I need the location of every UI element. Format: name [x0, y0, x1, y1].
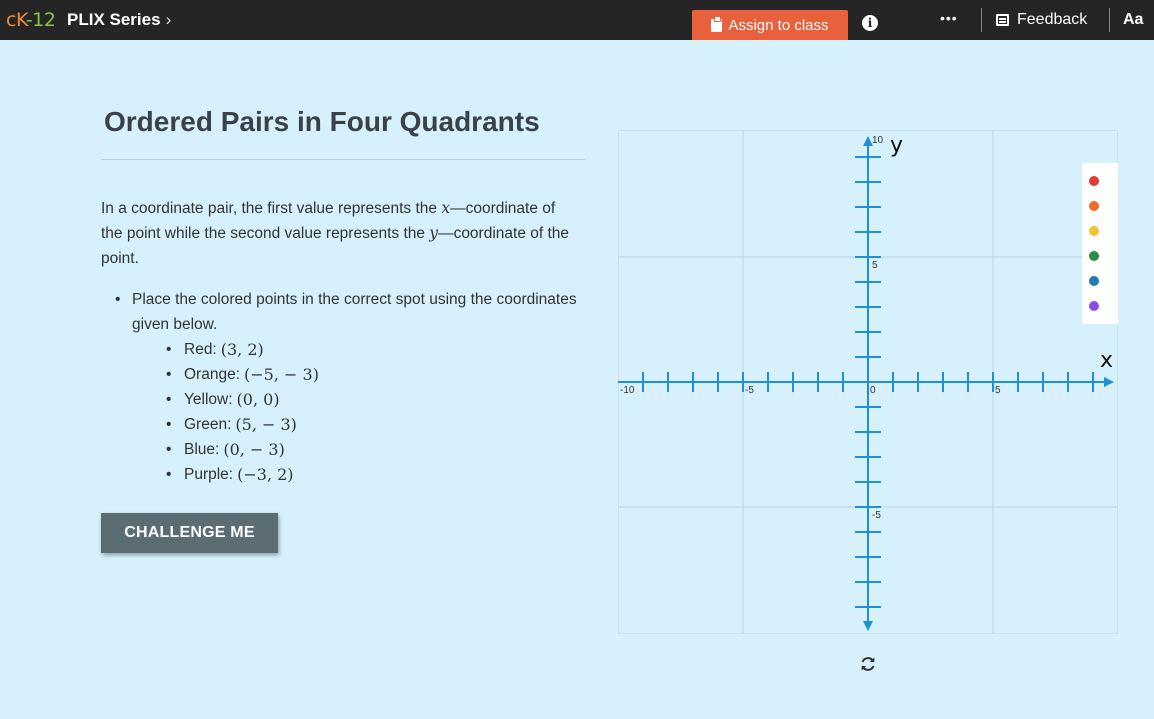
point-label: Red:	[184, 341, 217, 358]
divider	[981, 8, 982, 32]
point-coords: (3, 2)	[220, 340, 264, 359]
instruction-text: Place the colored points in the correct …	[132, 291, 577, 333]
point-list-item: • Blue: (0, − 3)	[166, 437, 319, 462]
bullet-icon: •	[166, 441, 172, 458]
title-divider	[101, 159, 585, 160]
x-tick-label: -10	[620, 385, 635, 396]
point-list: • Red: (3, 2) • Orange: (−5, − 3) • Yellow: (0…	[166, 337, 319, 487]
feedback-button[interactable]: Feedback	[996, 11, 1087, 29]
point-list-item: • Red: (3, 2)	[166, 337, 319, 362]
point-red-draggable[interactable]	[1089, 176, 1099, 186]
x-tick-label: 5	[995, 385, 1001, 396]
text-size-icon[interactable]: Aa	[1123, 11, 1143, 29]
y-axis-arrow-down	[863, 621, 873, 631]
point-label: Yellow:	[184, 391, 233, 408]
x-tick-label: -5	[745, 385, 754, 396]
assign-to-class-label: Assign to class	[728, 16, 829, 34]
clipboard-icon	[711, 15, 723, 32]
page-title: Ordered Pairs in Four Quadrants	[104, 106, 540, 137]
point-purple-draggable[interactable]	[1089, 301, 1099, 311]
point-palette	[1082, 163, 1118, 324]
intro-text-1: In a coordinate pair, the first value re…	[101, 200, 442, 217]
y-tick-label: -5	[872, 510, 881, 521]
bullet-icon: •	[115, 291, 121, 308]
point-list-item: • Yellow: (0, 0)	[166, 387, 319, 412]
more-icon[interactable]: •••	[940, 10, 958, 26]
refresh-icon[interactable]	[858, 654, 878, 674]
challenge-me-button[interactable]: CHALLENGE ME	[101, 513, 278, 553]
logo-12-text: -12	[25, 9, 56, 31]
x-axis-arrow-right	[1104, 377, 1114, 387]
ck12-logo[interactable]: cK-12	[6, 9, 56, 31]
top-bar: cK-12 PLIX Series › Assign to class i •••…	[0, 0, 1154, 40]
bullet-icon: •	[166, 341, 172, 358]
bullet-icon: •	[166, 416, 172, 433]
point-blue-draggable[interactable]	[1089, 276, 1099, 286]
point-label: Blue:	[184, 441, 220, 458]
point-coords: (0, − 3)	[223, 440, 285, 459]
intro-paragraph: In a coordinate pair, the first value re…	[101, 196, 581, 271]
point-coords: (0, 0)	[236, 390, 280, 409]
point-yellow-draggable[interactable]	[1089, 226, 1099, 236]
chevron-right-icon: ›	[165, 10, 172, 29]
point-coords: (5, − 3)	[235, 415, 297, 434]
bullet-icon: •	[166, 391, 172, 408]
instruction-list: • Place the colored points in the correc…	[115, 287, 595, 337]
point-green-draggable[interactable]	[1089, 251, 1099, 261]
x-tick-label: 0	[870, 385, 876, 396]
bullet-icon: •	[166, 466, 172, 483]
point-label: Green:	[184, 416, 232, 433]
point-list-item: • Green: (5, − 3)	[166, 412, 319, 437]
plix-series-label: PLIX Series	[67, 10, 161, 29]
assign-to-class-button[interactable]: Assign to class	[692, 10, 848, 40]
x-axis-label: x	[1100, 348, 1113, 373]
bullet-icon: •	[166, 366, 172, 383]
list-item: • Place the colored points in the correc…	[115, 287, 595, 337]
point-label: Purple:	[184, 466, 234, 483]
info-icon[interactable]: i	[862, 15, 878, 31]
point-label: Orange:	[184, 366, 241, 383]
y-tick-label: 5	[872, 260, 878, 271]
divider	[1109, 8, 1110, 32]
point-coords: (−3, 2)	[237, 465, 294, 484]
logo-ck-text: cK	[6, 9, 26, 31]
point-coords: (−5, − 3)	[244, 365, 319, 384]
plix-series-link[interactable]: PLIX Series ›	[67, 10, 171, 30]
feedback-icon	[996, 14, 1009, 26]
intro-var-y: y	[429, 224, 439, 242]
point-orange-draggable[interactable]	[1089, 201, 1099, 211]
point-list-item: • Purple: (−3, 2)	[166, 462, 319, 487]
coordinate-plane[interactable]: -10 -5 0 5 10 5 -5 x y	[618, 130, 1118, 634]
point-list-item: • Orange: (−5, − 3)	[166, 362, 319, 387]
y-axis-label: y	[890, 133, 903, 158]
intro-var-x: x	[441, 199, 451, 217]
feedback-label: Feedback	[1017, 11, 1088, 28]
y-tick-label: 10	[872, 135, 884, 146]
